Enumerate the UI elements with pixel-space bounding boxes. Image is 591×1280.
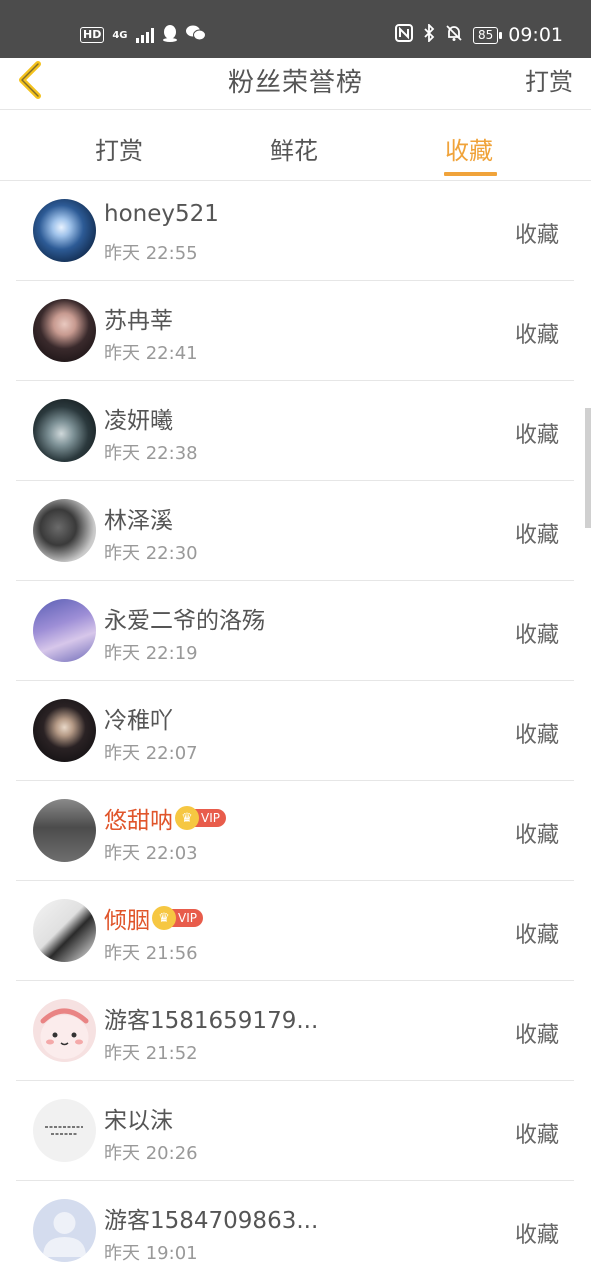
- fan-time: 昨天 22:19: [104, 643, 198, 664]
- fan-name: 苏冉莘: [104, 308, 173, 334]
- fan-time: 昨天 22:07: [104, 743, 198, 764]
- list-item[interactable]: 凌妍曦 昨天 22:38 收藏: [16, 381, 574, 481]
- avatar: [33, 1199, 96, 1262]
- fan-action-label: 收藏: [514, 1023, 559, 1048]
- crown-icon: ♛: [152, 906, 176, 930]
- network-type: 4G: [112, 29, 128, 41]
- avatar: [33, 299, 96, 362]
- hd-indicator: HD: [80, 27, 105, 43]
- fan-action-label: 收藏: [514, 223, 559, 248]
- avatar: [33, 399, 96, 462]
- signal-icon: [135, 27, 154, 43]
- crown-icon: ♛: [175, 806, 199, 830]
- fan-time: 昨天 21:56: [104, 943, 198, 964]
- fan-name: 悠甜呐: [104, 808, 173, 834]
- tab-collect[interactable]: 收藏: [445, 131, 493, 166]
- list-item[interactable]: 冷稚吖 昨天 22:07 收藏: [16, 681, 574, 781]
- list-item[interactable]: 游客1581659179... 昨天 21:52 收藏: [16, 981, 574, 1081]
- reward-button[interactable]: 打赏: [525, 62, 573, 97]
- fan-action-label: 收藏: [514, 1223, 559, 1248]
- status-bar: HD 4G 85 09:01: [0, 0, 591, 58]
- fan-action-label: 收藏: [514, 323, 559, 348]
- qq-icon: [162, 24, 178, 46]
- fan-time: 昨天 22:38: [104, 443, 198, 464]
- fan-action-label: 收藏: [514, 423, 559, 448]
- fan-action-label: 收藏: [514, 823, 559, 848]
- fan-action-label: 收藏: [514, 723, 559, 748]
- avatar: [33, 1099, 96, 1162]
- fan-name: 游客1584709863...: [104, 1208, 319, 1234]
- avatar: [33, 799, 96, 862]
- fan-name: 林泽溪: [104, 508, 173, 534]
- fan-name: 游客1581659179...: [104, 1008, 319, 1034]
- avatar: [33, 599, 96, 662]
- fan-name: 凌妍曦: [104, 408, 173, 434]
- list-item[interactable]: honey521 昨天 22:55 收藏: [16, 181, 574, 281]
- fan-action-label: 收藏: [514, 623, 559, 648]
- fan-action-label: 收藏: [514, 923, 559, 948]
- avatar: [33, 199, 96, 262]
- list-item[interactable]: 林泽溪 昨天 22:30 收藏: [16, 481, 574, 581]
- fan-name-row: 悠甜呐 ♛ VIP: [104, 801, 226, 835]
- list-item[interactable]: 悠甜呐 ♛ VIP 昨天 22:03 收藏: [16, 781, 574, 881]
- status-time: 09:01: [508, 24, 563, 46]
- page-title: 粉丝荣誉榜: [227, 68, 363, 98]
- vip-badge: ♛ VIP: [175, 806, 226, 830]
- status-left: HD 4G: [80, 24, 206, 46]
- status-right: 85 09:01: [394, 22, 563, 46]
- fan-action-label: 收藏: [514, 523, 559, 548]
- fan-action-label: 收藏: [514, 1123, 559, 1148]
- avatar: [33, 999, 96, 1062]
- tab-reward[interactable]: 打赏: [95, 131, 143, 166]
- fan-name: 永爱二爷的洛殇: [104, 608, 265, 634]
- tab-bar: 打赏 鲜花 收藏: [0, 111, 591, 181]
- bluetooth-icon: [423, 22, 435, 46]
- fan-time: 昨天 21:52: [104, 1043, 198, 1064]
- active-tab-indicator: [444, 172, 497, 176]
- battery-icon: 85: [472, 26, 503, 44]
- list-item[interactable]: 永爱二爷的洛殇 昨天 22:19 收藏: [16, 581, 574, 681]
- fan-time: 昨天 19:01: [104, 1243, 198, 1264]
- top-nav-bar: 粉丝荣誉榜 打赏: [0, 58, 591, 110]
- fan-time: 昨天 22:55: [104, 243, 198, 264]
- avatar: [33, 499, 96, 562]
- fan-name: 宋以沫: [104, 1108, 173, 1134]
- fan-time: 昨天 22:30: [104, 543, 198, 564]
- tab-flowers[interactable]: 鲜花: [270, 131, 318, 166]
- vip-badge: ♛ VIP: [152, 906, 203, 930]
- fan-time: 昨天 22:41: [104, 343, 198, 364]
- list-item[interactable]: 宋以沫 昨天 20:26 收藏: [16, 1081, 574, 1181]
- scrollbar[interactable]: [585, 408, 591, 528]
- list-item[interactable]: 倾胭 ♛ VIP 昨天 21:56 收藏: [16, 881, 574, 981]
- fan-time: 昨天 20:26: [104, 1143, 198, 1164]
- fan-name-row: 倾胭 ♛ VIP: [104, 901, 203, 935]
- mute-bell-icon: [445, 24, 463, 46]
- fan-list: honey521 昨天 22:55 收藏 苏冉莘 昨天 22:41 收藏 凌妍曦…: [0, 181, 591, 1280]
- fan-name: 倾胭: [104, 908, 150, 934]
- avatar: [33, 699, 96, 762]
- fan-time: 昨天 22:03: [104, 843, 198, 864]
- list-item[interactable]: 游客1584709863... 昨天 19:01 收藏: [16, 1181, 574, 1280]
- fan-name: 冷稚吖: [104, 708, 173, 734]
- wechat-icon: [185, 25, 206, 45]
- avatar: [33, 899, 96, 962]
- fan-name: honey521: [104, 201, 219, 227]
- list-item[interactable]: 苏冉莘 昨天 22:41 收藏: [16, 281, 574, 381]
- nfc-icon: [394, 24, 413, 46]
